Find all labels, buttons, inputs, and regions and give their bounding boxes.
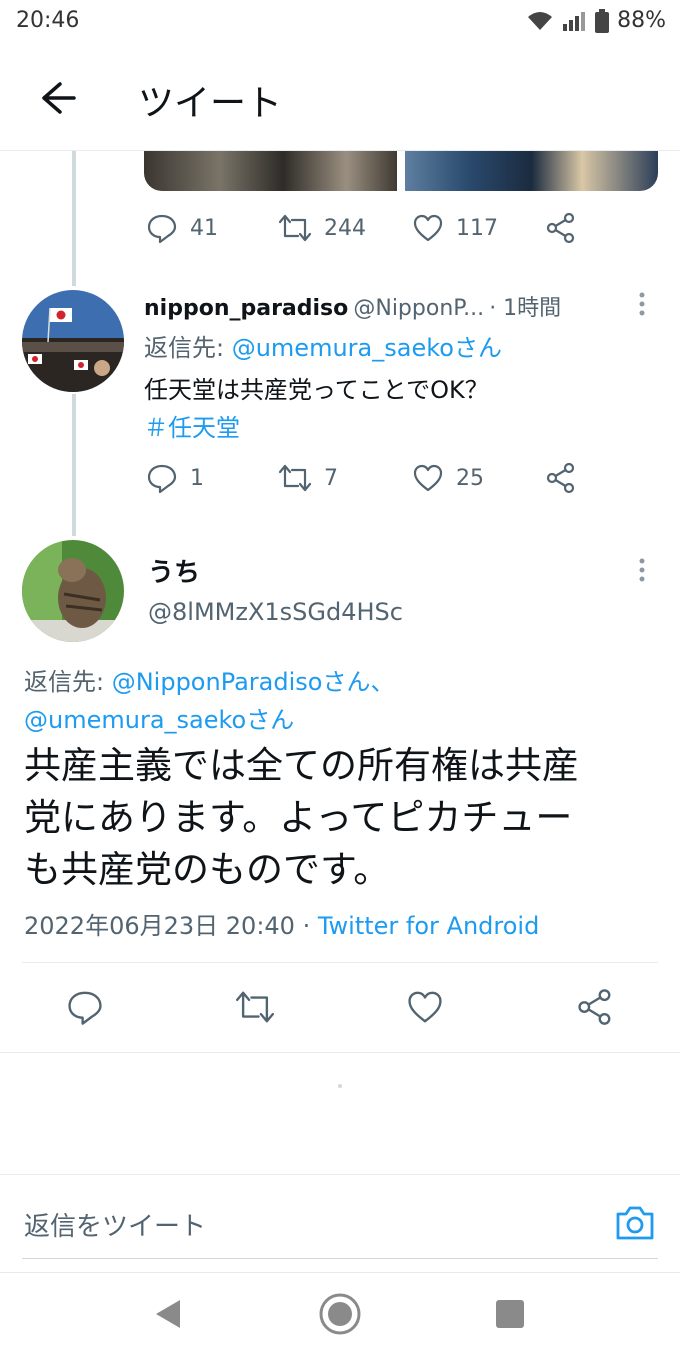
arrow-left-icon[interactable]: [30, 78, 78, 118]
handle[interactable]: @NipponP...: [353, 296, 484, 321]
share-icon[interactable]: [545, 212, 577, 244]
input-underline: [22, 1258, 658, 1259]
reply-count: 1: [190, 465, 204, 491]
tweet-text: 共産主義では全ての所有権は共産 党にあります。よってピカチュー も共産党のもので…: [24, 740, 579, 896]
divider: [0, 1174, 680, 1175]
retweet-button[interactable]: 7: [278, 462, 338, 494]
battery-icon: [595, 8, 610, 33]
media-image-2[interactable]: [405, 151, 658, 191]
avatar-image: [22, 540, 124, 642]
reply-to-label: 返信先:: [144, 334, 232, 362]
more-icon[interactable]: [632, 556, 652, 586]
wifi-icon: [528, 11, 553, 30]
reply-button[interactable]: 1: [146, 462, 204, 494]
avatar-image: [22, 290, 124, 392]
more-icon[interactable]: [632, 290, 652, 320]
display-name[interactable]: うち: [148, 552, 200, 589]
divider: [22, 962, 658, 963]
tweet-text-line: 党にあります。よってピカチュー: [24, 796, 573, 839]
signal-icon: [563, 11, 586, 31]
like-count: 25: [456, 465, 484, 491]
reply-button[interactable]: 41: [146, 212, 218, 244]
like-icon: [413, 464, 443, 492]
page-title: ツイート: [138, 83, 283, 124]
status-time: 20:46: [16, 8, 80, 33]
retweet-icon: [278, 464, 312, 492]
avatar[interactable]: [22, 540, 124, 642]
camera-icon[interactable]: [614, 1204, 656, 1242]
reply-count: 41: [190, 215, 218, 241]
battery-level: 88%: [617, 8, 666, 33]
retweet-count: 7: [324, 465, 338, 491]
reply-icon[interactable]: [66, 988, 104, 1026]
like-button[interactable]: 25: [412, 462, 484, 494]
retweet-icon: [278, 214, 312, 242]
handle[interactable]: @8lMMzX1sSGd4HSc: [148, 598, 403, 626]
avatar[interactable]: [22, 290, 124, 392]
tweet-media[interactable]: [144, 151, 658, 191]
thread-line: [72, 151, 76, 286]
tweet-text: 任天堂は共産党ってことでOK？: [144, 376, 489, 404]
reply-compose-input[interactable]: 返信をツイート: [24, 1206, 206, 1243]
media-image-1[interactable]: [144, 151, 397, 191]
like-icon[interactable]: [406, 988, 444, 1026]
nav-recents-icon[interactable]: [494, 1298, 526, 1330]
like-count: 117: [456, 215, 498, 241]
like-icon: [413, 214, 443, 242]
reply-to-user-link[interactable]: @umemura_saekoさん: [24, 700, 294, 735]
share-icon[interactable]: [545, 462, 577, 494]
nav-back-icon[interactable]: [152, 1296, 184, 1332]
reply-to-label: 返信先:: [24, 668, 112, 696]
thread-line: [72, 394, 76, 536]
reply-to-user-link[interactable]: @NipponParadisoさん、: [112, 668, 395, 696]
reply-to-user-link[interactable]: @umemura_saekoさん: [232, 334, 502, 362]
reply-icon: [147, 464, 177, 494]
status-indicators: 88%: [527, 8, 666, 33]
nav-home-icon[interactable]: [318, 1292, 362, 1336]
tweet-meta: 2022年06月23日 20:40 · Twitter for Android: [24, 906, 539, 941]
display-name[interactable]: nippon_paradiso: [144, 296, 348, 321]
reply-to: 返信先: @umemura_saekoさん: [144, 328, 502, 363]
loading-dot: [338, 1084, 342, 1088]
reply-icon: [147, 214, 177, 244]
like-button[interactable]: 117: [412, 212, 498, 244]
header: [0, 48, 680, 150]
divider: [0, 1052, 680, 1053]
tweet-time: · 1時間: [489, 296, 562, 321]
tweet-timestamp: 2022年06月23日 20:40 ·: [24, 912, 318, 940]
retweet-button[interactable]: 244: [278, 212, 366, 244]
hashtag-link[interactable]: ＃任天堂: [144, 408, 240, 443]
tweet-header: nippon_paradiso @NipponP... · 1時間: [144, 290, 561, 322]
retweet-icon[interactable]: [234, 988, 276, 1026]
share-icon[interactable]: [576, 988, 614, 1026]
retweet-count: 244: [324, 215, 366, 241]
tweet-text-line: も共産党のものです。: [24, 848, 391, 891]
reply-to: 返信先: @NipponParadisoさん、: [24, 662, 394, 697]
tweet-text-line: 共産主義では全ての所有権は共産: [24, 744, 579, 787]
tweet-source-link[interactable]: Twitter for Android: [318, 912, 539, 940]
